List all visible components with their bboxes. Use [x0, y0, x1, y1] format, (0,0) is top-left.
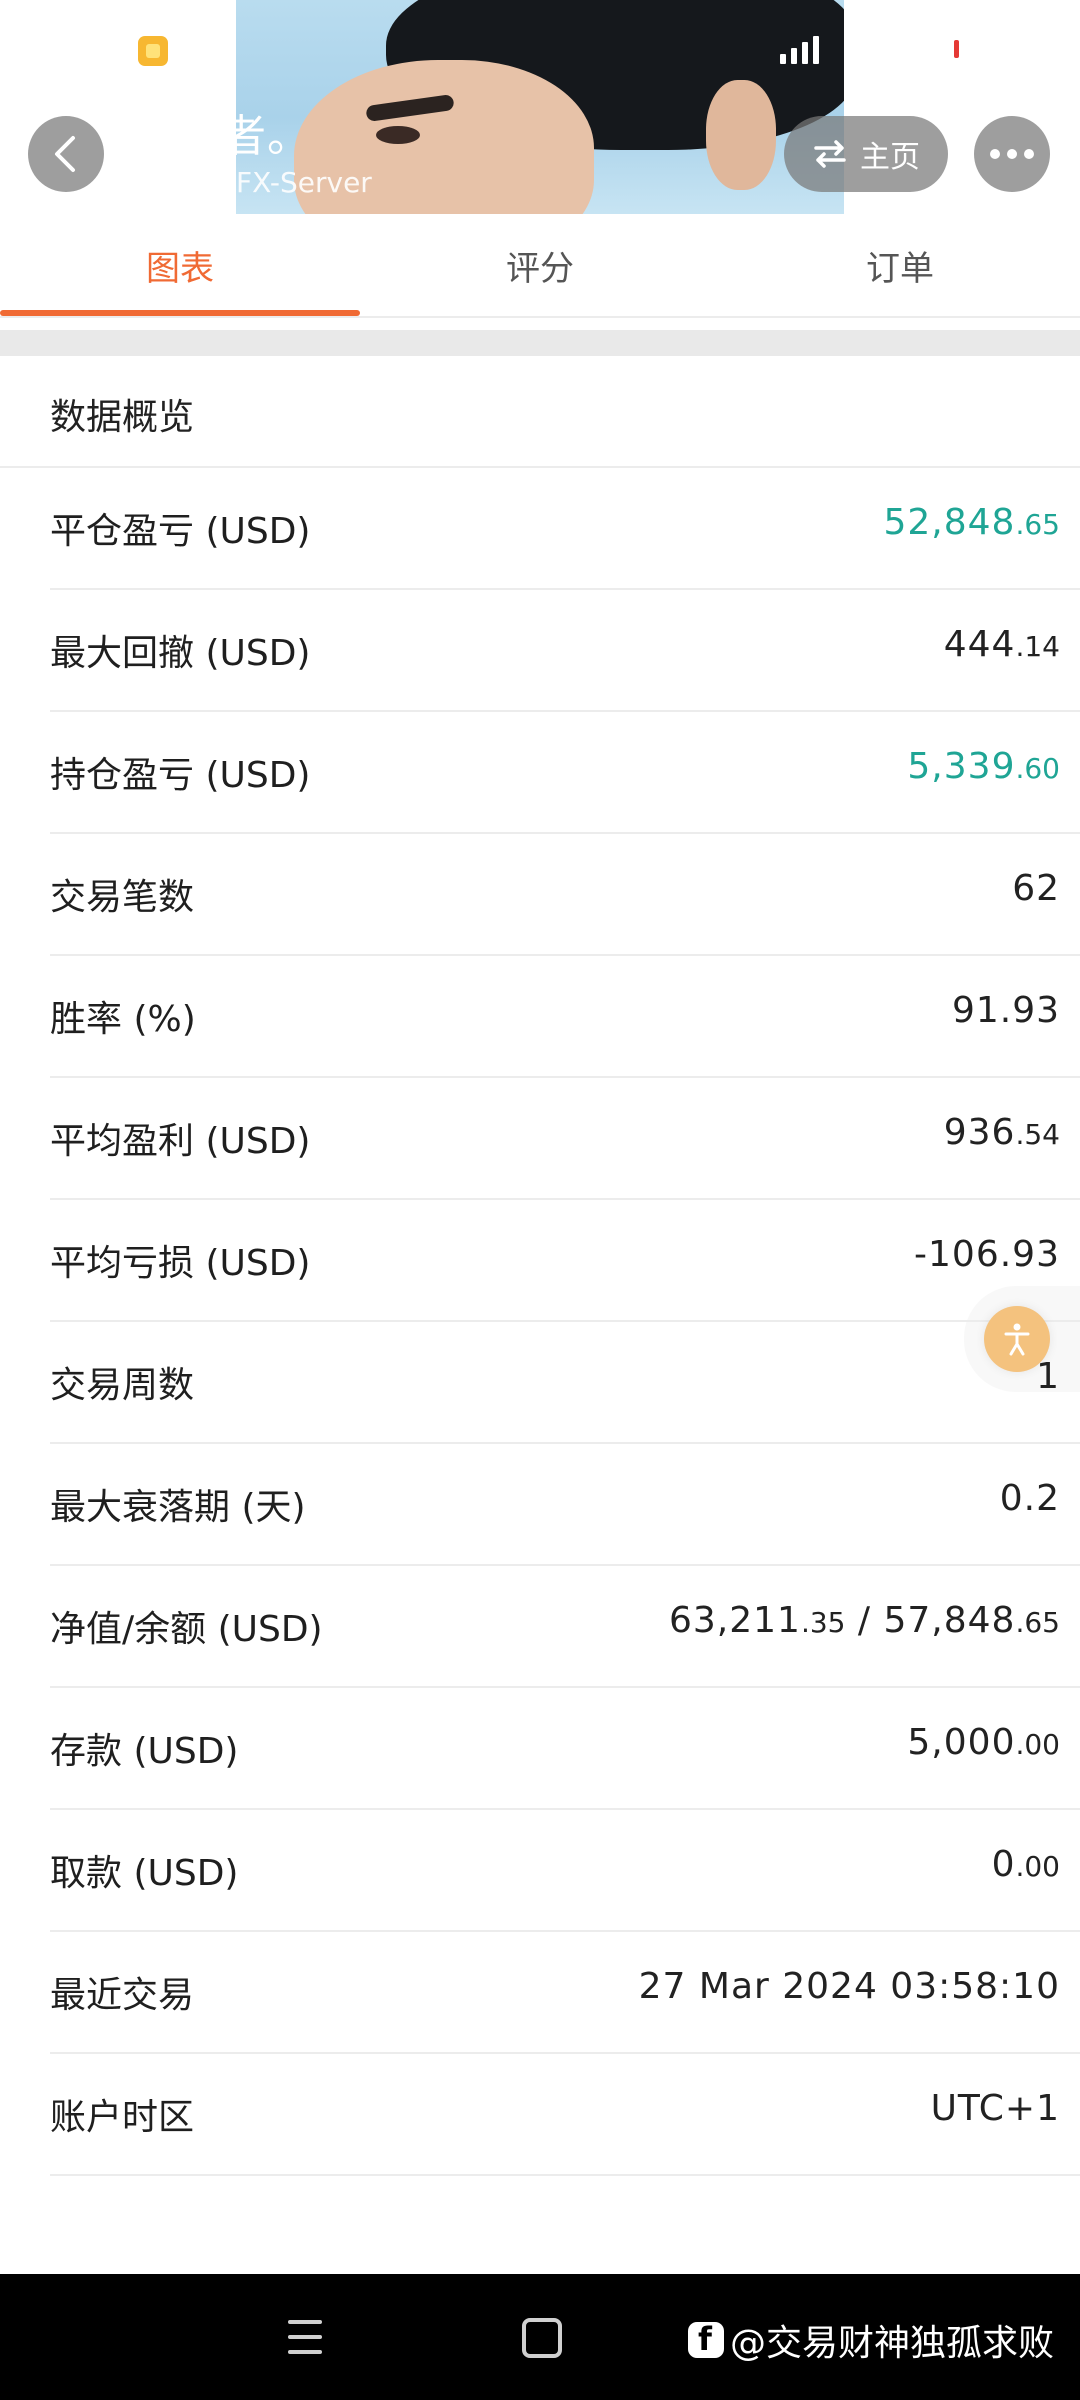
chevron-left-icon: [55, 136, 75, 172]
stat-label: 净值/余额 (USD): [50, 1609, 323, 1650]
stat-row-avg-loss: 平均亏损 (USD) -106.93: [50, 1200, 1080, 1322]
stat-value: 5,000.00: [907, 1722, 1060, 1763]
signal-icon: [780, 30, 819, 64]
recent-apps-icon[interactable]: [288, 2320, 322, 2354]
stat-row-timezone: 账户时区 UTC+1: [50, 2054, 1080, 2176]
home-button[interactable]: 主页: [784, 116, 948, 192]
stat-row-trade-weeks: 交易周数 1: [50, 1322, 1080, 1444]
stat-label: 账户时区: [50, 2097, 195, 2138]
stat-value: 27 Mar 2024 03:58:10: [638, 1966, 1060, 2007]
stat-label: 胜率 (%): [50, 999, 196, 1040]
swap-arrows-icon: [814, 140, 846, 168]
home-icon[interactable]: [522, 2318, 562, 2358]
accessibility-button[interactable]: [964, 1286, 1080, 1392]
divider: [0, 330, 1080, 356]
header: 交易者。 FX-Server 主页: [0, 0, 1080, 214]
system-nav-bar: @交易财神独孤求败: [0, 2274, 1080, 2400]
tab-rating[interactable]: 评分: [360, 214, 720, 316]
stat-label: 最大衰落期 (天): [50, 1487, 306, 1528]
tab-orders[interactable]: 订单: [720, 214, 1080, 316]
facebook-icon: [688, 2320, 724, 2358]
stat-row-equity-balance: 净值/余额 (USD) 63,211.35 / 57,848.65: [50, 1566, 1080, 1688]
stat-value: 52,848.65: [883, 502, 1061, 543]
stat-value: 444.14: [943, 624, 1060, 665]
stat-label: 平均盈利 (USD): [50, 1121, 311, 1162]
more-dots-icon: [990, 149, 1000, 159]
stat-row-max-decline-days: 最大衰落期 (天) 0.2: [50, 1444, 1080, 1566]
stat-row-avg-profit: 平均盈利 (USD) 936.54: [50, 1078, 1080, 1200]
watermark: @交易财神独孤求败: [688, 2314, 1054, 2366]
stat-value: 62: [1012, 868, 1060, 909]
stat-row-max-drawdown: 最大回撤 (USD) 444.14: [50, 590, 1080, 712]
stat-row-open-pnl: 持仓盈亏 (USD) 5,339.60: [50, 712, 1080, 834]
stat-label: 平仓盈亏 (USD): [50, 511, 311, 552]
accessibility-icon: [1004, 1323, 1030, 1356]
stat-row-closed-pnl: 平仓盈亏 (USD) 52,848.65: [50, 468, 1080, 590]
tab-chart[interactable]: 图表: [0, 214, 360, 316]
back-button[interactable]: [28, 116, 104, 192]
stat-row-last-trade: 最近交易 27 Mar 2024 03:58:10: [50, 1932, 1080, 2054]
page-subtitle: FX-Server: [236, 166, 372, 199]
stat-value: 0.00: [991, 1844, 1060, 1885]
stats-list: 平仓盈亏 (USD) 52,848.65 最大回撤 (USD) 444.14 持…: [0, 468, 1080, 2176]
stat-row-win-rate: 胜率 (%) 91.93: [50, 956, 1080, 1078]
tab-bar: 图表 评分 订单: [0, 214, 1080, 318]
stat-value: 936.54: [943, 1112, 1060, 1153]
home-button-label: 主页: [860, 140, 920, 175]
stat-value: 5,339.60: [907, 746, 1060, 787]
section-header: 数据概览: [0, 356, 1080, 468]
stat-row-deposit: 存款 (USD) 5,000.00: [50, 1688, 1080, 1810]
stat-label: 交易笔数: [50, 877, 195, 918]
battery-icon: [954, 40, 959, 58]
stat-label: 最近交易: [50, 1975, 195, 2016]
stat-value: UTC+1: [930, 2088, 1060, 2129]
stat-value: 0.2: [999, 1478, 1060, 1519]
stat-row-trade-count: 交易笔数 62: [50, 834, 1080, 956]
stat-value: -106.93: [914, 1234, 1060, 1275]
stat-label: 存款 (USD): [50, 1731, 239, 1772]
stat-label: 最大回撤 (USD): [50, 633, 311, 674]
notification-app-icon: [138, 36, 168, 66]
stat-label: 平均亏损 (USD): [50, 1243, 311, 1284]
stat-label: 取款 (USD): [50, 1853, 239, 1894]
stat-label: 交易周数: [50, 1365, 195, 1406]
more-button[interactable]: [974, 116, 1050, 192]
stat-row-withdrawal: 取款 (USD) 0.00: [50, 1810, 1080, 1932]
stat-label: 持仓盈亏 (USD): [50, 755, 311, 796]
section-title: 数据概览: [50, 397, 195, 438]
stat-value: 63,211.35 / 57,848.65: [668, 1600, 1060, 1641]
watermark-text: @交易财神独孤求败: [730, 2323, 1055, 2364]
stat-value: 91.93: [951, 990, 1060, 1031]
page-title: 交易者。: [132, 111, 312, 162]
